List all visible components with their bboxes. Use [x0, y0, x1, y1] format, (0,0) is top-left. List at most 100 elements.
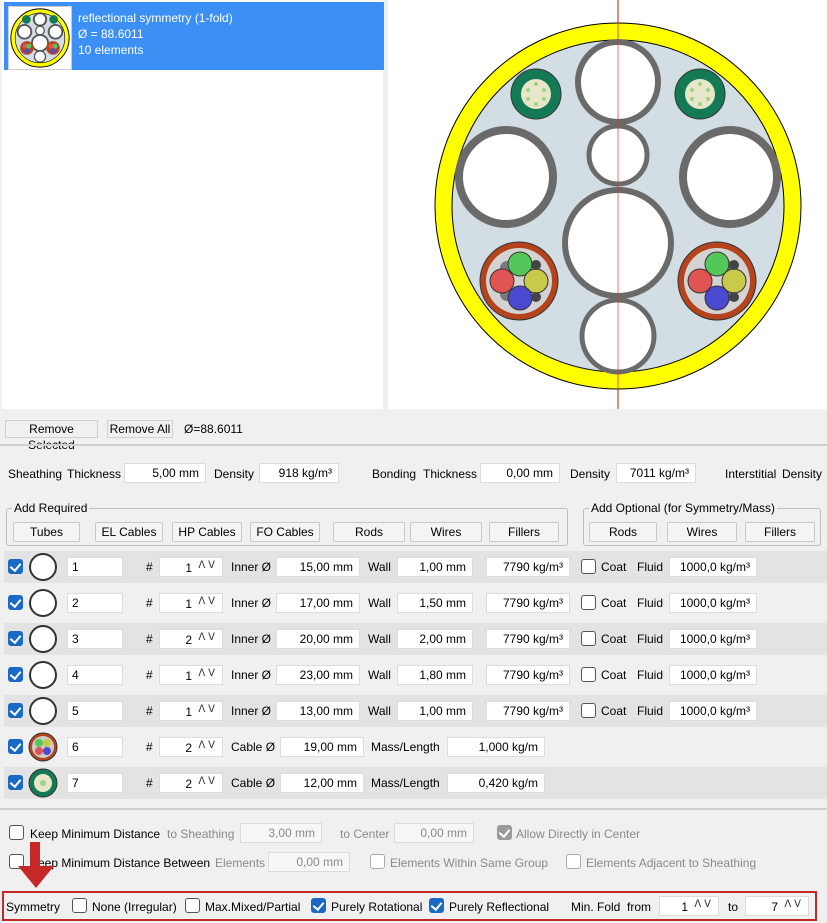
symmetry-none-checkbox[interactable] — [72, 898, 87, 913]
keep-min-distance-checkbox[interactable] — [9, 825, 24, 840]
add-el-cables-button[interactable]: EL Cables — [95, 522, 163, 542]
fluid-density-input[interactable]: 1000,0 kg/m³ — [669, 665, 757, 685]
spinner-arrows-icon[interactable]: ᐱᐯ — [198, 632, 218, 643]
result-item-selected[interactable]: reflectional symmetry (1-fold) Ø = 88.60… — [4, 2, 384, 70]
mass-length-input[interactable]: 1,000 kg/m — [447, 737, 545, 757]
coat-checkbox[interactable] — [581, 631, 596, 646]
count-spinner[interactable]: 2 ᐱᐯ — [159, 737, 223, 757]
add-rods-button[interactable]: Rods — [333, 522, 405, 542]
remove-selected-button[interactable]: Remove Selected — [5, 420, 98, 452]
cable-diameter-input[interactable]: 19,00 mm — [280, 737, 364, 757]
symmetry-label: Symmetry — [6, 900, 60, 914]
add-optional-fillers-button[interactable]: Fillers — [745, 522, 815, 542]
elements-distance-input[interactable]: 0,00 mm — [268, 852, 350, 872]
inner-diameter-input[interactable]: 17,00 mm — [276, 593, 360, 613]
mass-length-label: Mass/Length — [371, 776, 440, 790]
coat-checkbox[interactable] — [581, 703, 596, 718]
symmetry-reflectional-checkbox[interactable] — [429, 898, 444, 913]
wall-input[interactable]: 1,00 mm — [397, 557, 473, 577]
count-spinner[interactable]: 1 ᐱᐯ — [159, 701, 223, 721]
count-spinner[interactable]: 1 ᐱᐯ — [159, 593, 223, 613]
inner-diameter-input[interactable]: 15,00 mm — [276, 557, 360, 577]
count-value: 2 — [185, 633, 192, 647]
spinner-arrows-icon[interactable]: ᐱᐯ — [198, 668, 218, 679]
spinner-arrows-icon[interactable]: ᐱᐯ — [198, 596, 218, 607]
adjacent-sheathing-checkbox[interactable] — [566, 854, 581, 869]
fluid-density-input[interactable]: 1000,0 kg/m³ — [669, 593, 757, 613]
row-name-input[interactable]: 7 — [67, 773, 123, 793]
fluid-density-input[interactable]: 1000,0 kg/m³ — [669, 701, 757, 721]
row-enabled-checkbox[interactable] — [8, 667, 23, 682]
bonding-thickness-input[interactable]: 0,00 mm — [480, 463, 560, 483]
wall-input[interactable]: 2,00 mm — [397, 629, 473, 649]
results-list[interactable]: reflectional symmetry (1-fold) Ø = 88.60… — [2, 0, 384, 409]
fluid-density-input[interactable]: 1000,0 kg/m³ — [669, 629, 757, 649]
fluid-density-input[interactable]: 1000,0 kg/m³ — [669, 557, 757, 577]
bonding-density-input[interactable]: 7011 kg/m³ — [616, 463, 696, 483]
wall-input[interactable]: 1,00 mm — [397, 701, 473, 721]
count-label: # — [146, 704, 153, 718]
remove-all-button[interactable]: Remove All — [107, 420, 173, 438]
coat-label: Coat — [601, 668, 627, 682]
coat-checkbox[interactable] — [581, 667, 596, 682]
sheathing-density-input[interactable]: 918 kg/m³ — [259, 463, 339, 483]
spinner-arrows-icon[interactable]: ᐱᐯ — [198, 740, 218, 751]
add-tubes-button[interactable]: Tubes — [13, 522, 80, 542]
sheathing-thickness-input[interactable]: 5,00 mm — [124, 463, 206, 483]
density-input[interactable]: 7790 kg/m³ — [486, 701, 570, 721]
count-value: 2 — [185, 777, 192, 791]
row-enabled-checkbox[interactable] — [8, 559, 23, 574]
row-name-input[interactable]: 2 — [67, 593, 123, 613]
add-optional-wires-button[interactable]: Wires — [667, 522, 737, 542]
spinner-arrows-icon[interactable]: ᐱᐯ — [198, 776, 218, 787]
wall-input[interactable]: 1,80 mm — [397, 665, 473, 685]
wall-input[interactable]: 1,50 mm — [397, 593, 473, 613]
sheathing-thickness-label: Thickness — [67, 467, 122, 481]
same-group-checkbox[interactable] — [370, 854, 385, 869]
row-enabled-checkbox[interactable] — [8, 631, 23, 646]
row-name-input[interactable]: 5 — [67, 701, 123, 721]
symmetry-rotational-checkbox[interactable] — [311, 898, 326, 913]
row-name-input[interactable]: 6 — [67, 737, 123, 757]
density-input[interactable]: 7790 kg/m³ — [486, 665, 570, 685]
to-center-input[interactable]: 0,00 mm — [394, 823, 474, 843]
mass-length-input[interactable]: 0,420 kg/m — [447, 773, 545, 793]
spinner-arrows-icon[interactable]: ᐱᐯ — [198, 704, 218, 715]
row-enabled-checkbox[interactable] — [8, 595, 23, 610]
density-input[interactable]: 7790 kg/m³ — [486, 557, 570, 577]
add-required-label: Add Required — [12, 501, 90, 515]
cable-thumbnail — [8, 6, 72, 70]
row-name-input[interactable]: 4 — [67, 665, 123, 685]
density-input[interactable]: 7790 kg/m³ — [486, 593, 570, 613]
spinner-arrows-icon[interactable]: ᐱᐯ — [784, 899, 804, 910]
count-spinner[interactable]: 2 ᐱᐯ — [159, 629, 223, 649]
count-spinner[interactable]: 1 ᐱᐯ — [159, 557, 223, 577]
inner-diameter-input[interactable]: 20,00 mm — [276, 629, 360, 649]
row-enabled-checkbox[interactable] — [8, 739, 23, 754]
tube-icon — [29, 625, 57, 653]
add-fillers-button[interactable]: Fillers — [489, 522, 559, 542]
allow-center-checkbox[interactable] — [497, 825, 512, 840]
row-name-input[interactable]: 3 — [67, 629, 123, 649]
inner-diameter-input[interactable]: 23,00 mm — [276, 665, 360, 685]
add-optional-rods-button[interactable]: Rods — [589, 522, 657, 542]
fold-from-spinner[interactable]: 1 ᐱᐯ — [659, 896, 719, 916]
row-enabled-checkbox[interactable] — [8, 775, 23, 790]
coat-checkbox[interactable] — [581, 595, 596, 610]
row-enabled-checkbox[interactable] — [8, 703, 23, 718]
density-input[interactable]: 7790 kg/m³ — [486, 629, 570, 649]
symmetry-mixed-checkbox[interactable] — [185, 898, 200, 913]
fold-to-spinner[interactable]: 7 ᐱᐯ — [745, 896, 809, 916]
coat-checkbox[interactable] — [581, 559, 596, 574]
to-sheathing-input[interactable]: 3,00 mm — [240, 823, 322, 843]
cable-diameter-input[interactable]: 12,00 mm — [280, 773, 364, 793]
spinner-arrows-icon[interactable]: ᐱᐯ — [694, 899, 714, 910]
count-spinner[interactable]: 1 ᐱᐯ — [159, 665, 223, 685]
count-spinner[interactable]: 2 ᐱᐯ — [159, 773, 223, 793]
add-fo-cables-button[interactable]: FO Cables — [250, 522, 320, 542]
row-name-input[interactable]: 1 — [67, 557, 123, 577]
add-wires-button[interactable]: Wires — [410, 522, 482, 542]
spinner-arrows-icon[interactable]: ᐱᐯ — [198, 560, 218, 571]
inner-diameter-input[interactable]: 13,00 mm — [276, 701, 360, 721]
add-hp-cables-button[interactable]: HP Cables — [172, 522, 242, 542]
